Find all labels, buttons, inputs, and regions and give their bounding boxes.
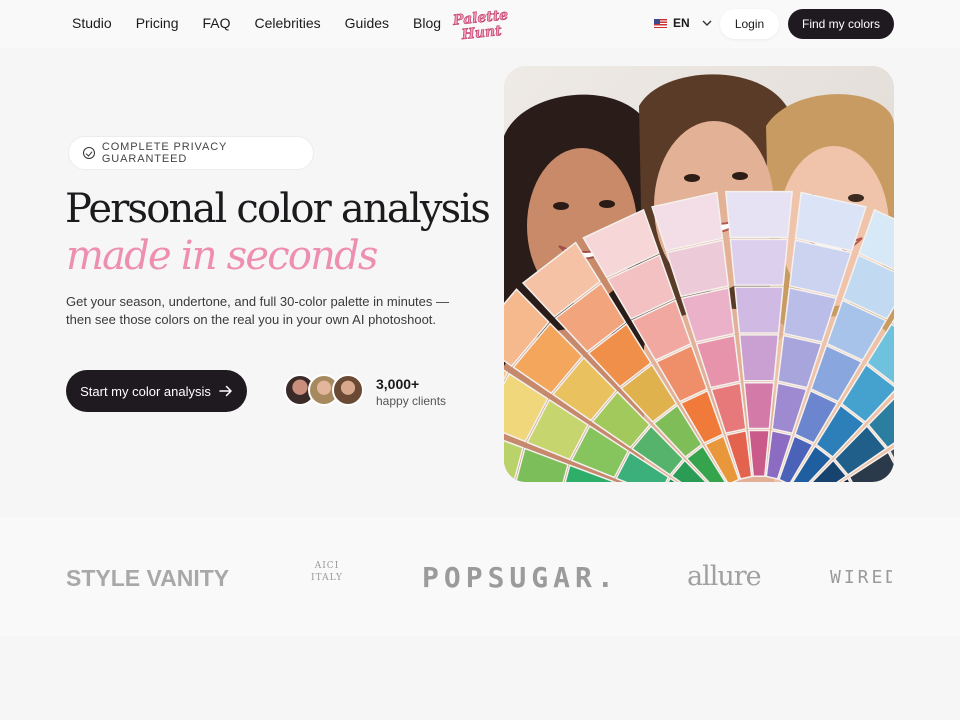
us-flag-icon [654, 18, 667, 28]
press-logo-wired: WIRED [830, 567, 892, 588]
nav-link-celebrities[interactable]: Celebrities [255, 15, 321, 31]
color-swatch [725, 190, 793, 239]
find-my-colors-button[interactable]: Find my colors [788, 9, 894, 39]
color-swatch [734, 286, 784, 334]
check-circle-icon [83, 147, 95, 159]
hero-title-accent: made in seconds [66, 233, 378, 279]
nav-link-faq[interactable]: FAQ [203, 15, 231, 31]
color-swatch [729, 238, 789, 286]
arrow-right-icon [219, 385, 232, 397]
color-swatch [743, 381, 775, 430]
press-logo-popsugar: POPSUGAR. [422, 561, 619, 594]
palette-hunt-logo[interactable]: Palette Hunt [452, 8, 510, 40]
privacy-badge-label: COMPLETE PRIVACY GUARANTEED [101, 141, 228, 165]
client-avatars [284, 374, 368, 408]
color-swatch [738, 334, 780, 382]
hero-subtitle: Get your season, undertone, and full 30-… [66, 294, 449, 327]
color-swatch [748, 429, 770, 478]
start-analysis-label: Start my color analysis [80, 383, 211, 399]
clients-label: happy clients [376, 394, 447, 408]
nav-link-guides[interactable]: Guides [345, 15, 389, 31]
hero-photo [504, 66, 894, 482]
press-logos-strip: STYLE VANITY AICI ITALY POPSUGAR. allure… [0, 518, 960, 636]
nav-link-pricing[interactable]: Pricing [136, 15, 179, 31]
language-label: EN [673, 16, 690, 30]
three-women-with-color-swatches-image [504, 66, 894, 482]
press-logo-style-vanity: STYLE VANITY [66, 565, 230, 591]
press-logo-aici-italy: AICI ITALY [311, 561, 343, 583]
nav-link-studio[interactable]: Studio [72, 15, 112, 31]
login-button[interactable]: Login [720, 9, 779, 39]
clients-count: 3,000+ [376, 376, 420, 392]
start-analysis-button[interactable]: Start my color analysis [66, 370, 247, 412]
hero-title: Personal color analysis [65, 186, 491, 232]
chevron-down-icon [702, 18, 712, 29]
privacy-badge: COMPLETE PRIVACY GUARANTEED [68, 136, 314, 170]
nav-link-blog[interactable]: Blog [413, 15, 441, 31]
press-logo-allure: allure [687, 561, 762, 592]
top-nav: Studio Pricing FAQ Celebrities Guides Bl… [0, 0, 960, 48]
language-selector[interactable]: EN [654, 16, 712, 30]
avatar [332, 374, 364, 406]
nav-links: Studio Pricing FAQ Celebrities Guides Bl… [72, 15, 465, 31]
